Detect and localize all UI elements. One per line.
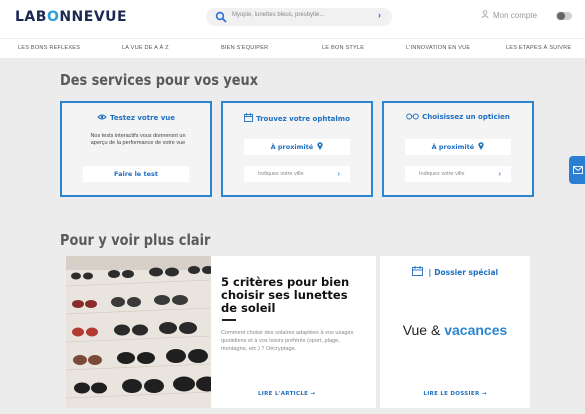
newsletter-tab[interactable] [569, 156, 585, 184]
dossier-title[interactable]: Vue & vacances [380, 322, 530, 338]
service-card-test: Testez votre vue Nos tests interactifs v… [60, 101, 212, 197]
calendar-icon [244, 113, 254, 122]
nearby-ophtalmo-button[interactable]: À proximité [244, 139, 350, 155]
chevron-right-icon[interactable]: › [498, 166, 501, 182]
nav-item-etapes[interactable]: LES ETAPES À SUIVRE [506, 45, 571, 51]
account-link[interactable]: Mon compte [481, 10, 537, 20]
main-nav: LES BONS REFLEXES LA VUE DE A À Z BIEN S… [0, 38, 585, 58]
service-card-description: Nos tests interactifs vous donneront un … [90, 133, 186, 146]
nav-item-bien-s-equiper[interactable]: BIEN S'EQUIPER [221, 45, 268, 51]
start-test-button[interactable]: Faire le test [83, 166, 189, 182]
user-icon [481, 10, 489, 20]
eye-icon [97, 114, 107, 120]
opticien-city-input[interactable]: Indiquez votre ville › [405, 166, 511, 182]
dossier-heading: Dossier spécial [434, 268, 499, 277]
nav-item-bon-style[interactable]: LE BON STYLE [322, 45, 364, 51]
title-underline [222, 319, 236, 321]
service-card-ophtalmo: Trouvez votre ophtalmo À proximité Indiq… [221, 101, 373, 197]
glasses-icon [406, 113, 419, 120]
nav-item-bons-reflexes[interactable]: LES BONS REFLEXES [18, 45, 80, 51]
service-card-title: Testez votre vue [109, 114, 175, 122]
clarity-heading: Pour y voir plus clair [60, 231, 211, 249]
services-heading: Des services pour vos yeux [60, 71, 259, 89]
chevron-right-icon[interactable]: › [337, 166, 340, 182]
article-card[interactable]: 5 critères pour bien choisir ses lunette… [66, 256, 376, 408]
dossier-card[interactable]: | Dossier spécial Vue & vacances LIRE LE … [380, 256, 530, 408]
location-pin-icon [317, 142, 324, 150]
search-submit-icon[interactable]: › [378, 10, 381, 20]
sunglasses-photo [66, 256, 211, 408]
ophtalmo-city-input[interactable]: Indiquez votre ville › [244, 166, 350, 182]
site-logo[interactable]: LABONNEVUE [15, 9, 127, 25]
service-card-title: Choisissez un opticien [422, 113, 510, 121]
nav-item-vue-a-z[interactable]: LA VUE DE A À Z [122, 45, 169, 51]
article-title[interactable]: 5 critères pour bien choisir ses lunette… [221, 276, 366, 315]
service-card-opticien: Choisissez un opticien À proximité Indiq… [382, 101, 534, 197]
contrast-toggle[interactable] [556, 12, 572, 20]
service-card-title: Trouvez votre ophtalmo [256, 115, 350, 123]
account-label: Mon compte [493, 11, 538, 20]
location-pin-icon [478, 142, 485, 150]
sunglasses-display-image [66, 256, 211, 408]
search-icon [215, 11, 227, 23]
nav-item-innovation[interactable]: L'INNOVATION EN VUE [406, 45, 470, 51]
mail-icon [573, 166, 583, 174]
read-dossier-link[interactable]: LIRE LE DOSSIER → [380, 391, 530, 397]
search-bar[interactable]: Myopie, lunettes bleus, presbytie... › [206, 8, 392, 26]
top-bar: LABONNEVUE Myopie, lunettes bleus, presb… [0, 0, 585, 38]
article-description: Comment choisir des solaires adaptées à … [221, 330, 354, 352]
read-article-link[interactable]: LIRE L'ARTICLE → [258, 391, 315, 397]
search-input[interactable]: Myopie, lunettes bleus, presbytie... [232, 12, 324, 18]
nearby-opticien-button[interactable]: À proximité [405, 139, 511, 155]
calendar-icon [411, 266, 423, 276]
